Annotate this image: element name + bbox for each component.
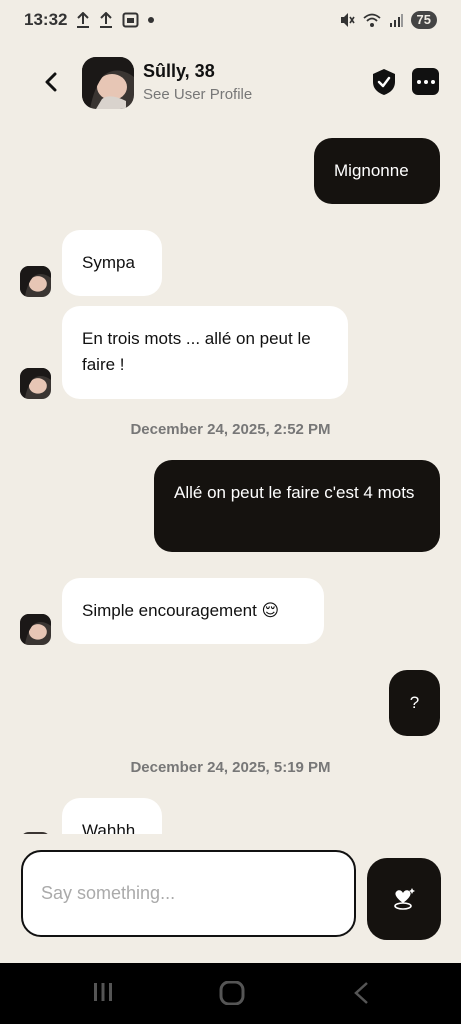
shield-check-icon xyxy=(373,69,395,95)
status-right: 75 xyxy=(339,11,437,29)
more-dots-icon xyxy=(423,79,428,84)
avatar-image xyxy=(82,57,134,109)
signal-icon xyxy=(389,14,403,27)
message-outgoing[interactable]: ? xyxy=(389,670,440,736)
timestamp-divider: December 24, 2025, 2:52 PM xyxy=(130,421,331,438)
message-list[interactable]: Mignonne Sympa En trois mots ... allé on… xyxy=(0,118,461,834)
wifi-icon xyxy=(362,13,381,27)
message-input-placeholder: Say something... xyxy=(41,883,176,903)
contact-name[interactable]: Sûlly, 38 xyxy=(143,61,215,82)
sender-avatar[interactable] xyxy=(20,614,51,645)
avatar-image xyxy=(20,368,51,399)
nav-back-button[interactable] xyxy=(352,981,370,1010)
sender-avatar[interactable] xyxy=(20,368,51,399)
timestamp-divider: December 24, 2025, 5:19 PM xyxy=(130,759,331,776)
notification-dot-icon xyxy=(148,17,155,23)
see-profile-link[interactable]: See User Profile xyxy=(143,86,252,103)
message-incoming[interactable]: En trois mots ... allé on peut le faire … xyxy=(62,306,348,399)
safety-button[interactable] xyxy=(372,68,396,96)
message-text: En trois mots ... allé on peut le faire … xyxy=(82,329,311,374)
home-button[interactable] xyxy=(219,980,245,1010)
back-button[interactable] xyxy=(38,69,64,95)
avatar-image xyxy=(20,266,51,297)
more-options-button[interactable] xyxy=(412,68,439,95)
heart-sparkle-icon xyxy=(394,888,415,910)
message-incoming[interactable]: Wahhh xyxy=(62,798,162,834)
screenshot-icon xyxy=(122,12,139,28)
recent-apps-icon xyxy=(94,983,112,1001)
sender-avatar[interactable] xyxy=(20,266,51,297)
battery-indicator: 75 xyxy=(410,11,437,29)
message-text: Wahhh xyxy=(82,821,136,834)
message-text: Allé on peut le faire c'est 4 mots xyxy=(174,483,415,502)
chat-header: Sûlly, 38 See User Profile xyxy=(0,55,461,111)
profile-avatar[interactable] xyxy=(82,57,134,109)
recent-apps-button[interactable] xyxy=(92,981,114,1008)
status-time: 13:32 xyxy=(24,10,68,29)
mute-icon xyxy=(340,13,355,27)
upload-icon xyxy=(100,12,113,28)
avatar-image xyxy=(20,832,51,834)
message-outgoing[interactable]: Mignonne xyxy=(314,138,440,204)
status-left: 13:32 xyxy=(24,10,155,30)
chevron-left-icon xyxy=(45,72,57,92)
message-input[interactable]: Say something... xyxy=(21,850,356,937)
message-text: ? xyxy=(409,693,420,712)
message-text: Mignonne xyxy=(334,161,409,180)
upload-icon xyxy=(77,12,90,28)
send-like-button[interactable] xyxy=(367,858,441,940)
nav-back-icon xyxy=(354,982,368,1004)
message-incoming[interactable]: Simple encouragement 😌 xyxy=(62,578,324,644)
more-dots-icon xyxy=(416,79,421,84)
home-icon xyxy=(219,980,245,1006)
system-nav-bar xyxy=(0,963,461,1024)
more-dots-icon xyxy=(430,79,435,84)
message-text: Simple encouragement 😌 xyxy=(82,601,280,620)
message-incoming[interactable]: Sympa xyxy=(62,230,162,296)
avatar-image xyxy=(20,614,51,645)
message-outgoing[interactable]: Allé on peut le faire c'est 4 mots xyxy=(154,460,440,552)
status-bar: 13:32 75 xyxy=(0,0,461,40)
message-text: Sympa xyxy=(82,253,135,272)
sender-avatar[interactable] xyxy=(20,832,51,834)
